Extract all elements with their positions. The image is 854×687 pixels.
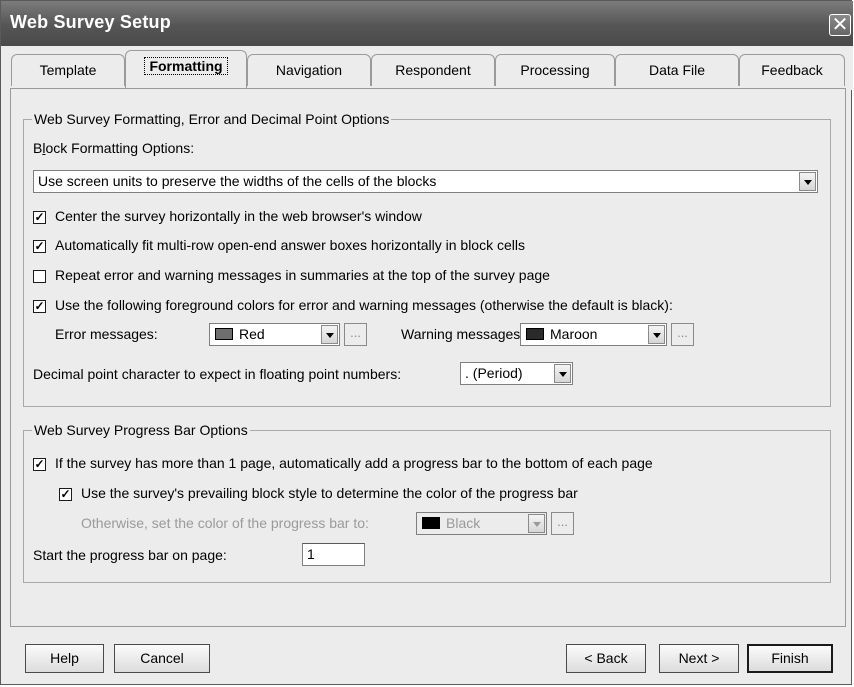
- block-formatting-label: Block Formatting Options:: [33, 140, 195, 156]
- help-button[interactable]: Help: [25, 644, 104, 673]
- add-progress-bar-checkbox[interactable]: ✓: [33, 458, 46, 471]
- tab-formatting[interactable]: Formatting: [125, 50, 247, 88]
- foreground-colors-label: Use the following foreground colors for …: [55, 297, 673, 313]
- error-messages-label: Error messages:: [55, 326, 158, 342]
- progress-color-more-button[interactable]: ...: [551, 512, 574, 535]
- chevron-down-icon[interactable]: [799, 172, 816, 191]
- window-title: Web Survey Setup: [10, 12, 171, 32]
- next-button[interactable]: Next >: [659, 644, 739, 673]
- error-color-swatch: [215, 328, 233, 340]
- warning-color-select[interactable]: Maroon: [520, 323, 667, 346]
- start-page-label: Start the progress bar on page:: [33, 547, 227, 563]
- tab-strip: Template Formatting Navigation Responden…: [1, 46, 853, 90]
- dialog-window: Web Survey Setup ✕ Template Formatting N…: [0, 0, 853, 685]
- repeat-errors-checkbox[interactable]: [33, 270, 46, 283]
- progress-group-title: Web Survey Progress Bar Options: [32, 422, 250, 438]
- autofit-label: Automatically fit multi-row open-end ans…: [55, 237, 525, 253]
- progress-color-select[interactable]: Black: [416, 512, 547, 535]
- warning-color-more-button[interactable]: ...: [671, 323, 694, 346]
- back-button[interactable]: < Back: [566, 644, 646, 673]
- finish-button[interactable]: Finish: [747, 644, 833, 673]
- center-survey-label: Center the survey horizontally in the we…: [55, 208, 422, 224]
- add-progress-bar-label: If the survey has more than 1 page, auto…: [55, 455, 653, 471]
- autofit-checkbox[interactable]: ✓: [33, 240, 46, 253]
- close-icon[interactable]: ✕: [829, 14, 851, 36]
- tab-data-file[interactable]: Data File: [615, 54, 739, 86]
- chevron-down-icon[interactable]: [554, 364, 571, 383]
- tab-template[interactable]: Template: [11, 54, 125, 86]
- decimal-point-label: Decimal point character to expect in flo…: [33, 366, 402, 382]
- chevron-down-icon[interactable]: [528, 514, 545, 533]
- prevailing-style-checkbox[interactable]: ✓: [59, 488, 72, 501]
- chevron-down-icon[interactable]: [321, 325, 338, 344]
- progress-color-swatch: [422, 517, 440, 529]
- start-page-input[interactable]: 1: [302, 543, 365, 566]
- title-bar[interactable]: Web Survey Setup ✕: [1, 1, 853, 46]
- tab-navigation[interactable]: Navigation: [247, 54, 371, 86]
- formatting-panel: Web Survey Formatting, Error and Decimal…: [10, 88, 846, 627]
- otherwise-color-label: Otherwise, set the color of the progress…: [81, 515, 369, 531]
- formatting-group: Web Survey Formatting, Error and Decimal…: [23, 111, 831, 407]
- block-formatting-select[interactable]: Use screen units to preserve the widths …: [33, 170, 818, 193]
- warning-color-swatch: [526, 328, 544, 340]
- chevron-down-icon[interactable]: [648, 325, 665, 344]
- tab-feedback[interactable]: Feedback: [739, 54, 845, 86]
- progress-bar-group: Web Survey Progress Bar Options ✓ If the…: [23, 422, 831, 583]
- tab-processing[interactable]: Processing: [495, 54, 615, 86]
- error-color-select[interactable]: Red: [209, 323, 340, 346]
- tab-respondent[interactable]: Respondent: [371, 54, 495, 86]
- error-color-more-button[interactable]: ...: [344, 323, 367, 346]
- prevailing-style-label: Use the survey's prevailing block style …: [81, 485, 578, 501]
- repeat-errors-label: Repeat error and warning messages in sum…: [55, 267, 550, 283]
- decimal-point-select[interactable]: . (Period): [460, 362, 573, 385]
- warning-messages-label: Warning messages:: [401, 326, 525, 342]
- center-survey-checkbox[interactable]: ✓: [33, 211, 46, 224]
- formatting-group-title: Web Survey Formatting, Error and Decimal…: [32, 111, 392, 127]
- cancel-button[interactable]: Cancel: [114, 644, 210, 673]
- foreground-colors-checkbox[interactable]: ✓: [33, 300, 46, 313]
